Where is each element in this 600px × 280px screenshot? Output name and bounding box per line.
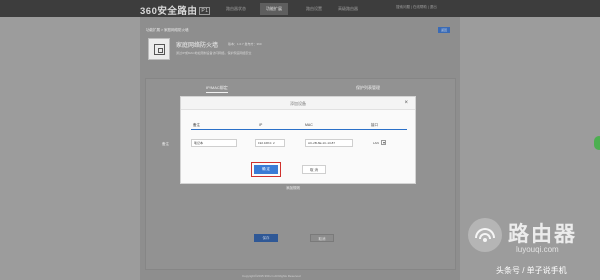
interface-select[interactable]: LAN bbox=[373, 140, 386, 145]
tab-extensions[interactable]: 功能扩展 bbox=[260, 3, 288, 15]
logo-badge: P1 bbox=[199, 7, 211, 15]
dialog-header: 添加设备 × bbox=[181, 97, 415, 110]
close-icon[interactable]: × bbox=[404, 100, 408, 106]
chevron-down-icon bbox=[380, 140, 386, 145]
header-divider bbox=[191, 129, 407, 130]
column-header-interface: 接口 bbox=[371, 123, 378, 127]
tab-advanced[interactable]: 高级路由器 bbox=[338, 4, 358, 13]
mac-address-field[interactable]: AC-2B-6E-1C-13-87 bbox=[305, 139, 353, 147]
device-name-field[interactable]: 笔记本 bbox=[191, 139, 237, 147]
tab-router-settings[interactable]: 路由设置 bbox=[306, 4, 322, 13]
breadcrumb: 功能扩展 > 家庭网络防火墙 bbox=[146, 28, 189, 32]
column-header-note: 备注 bbox=[193, 123, 200, 127]
dialog-title: 添加设备 bbox=[290, 101, 306, 106]
router-logo: 360安全路由 P1 bbox=[140, 3, 211, 17]
interface-value: LAN bbox=[373, 141, 379, 145]
watermark-name: 路由器 bbox=[508, 223, 577, 246]
column-header-ip: IP bbox=[259, 123, 263, 127]
tab-router-status[interactable]: 路由器状态 bbox=[226, 4, 246, 13]
background-note-label: 备注 bbox=[162, 142, 169, 146]
firewall-app-icon bbox=[148, 38, 170, 60]
tab-protect-list[interactable]: 保护列表管理 bbox=[356, 85, 380, 91]
back-button[interactable]: 返回 bbox=[438, 27, 450, 33]
save-button[interactable]: 保存 bbox=[254, 234, 278, 242]
watermark-url: luyouqi.com bbox=[516, 245, 559, 254]
logo-text: 360安全路由 bbox=[140, 6, 198, 17]
add-device-dialog: 添加设备 × 备注 IP MAC 接口 笔记本 192.168.0. 2 AC-… bbox=[180, 96, 416, 184]
watermark-tag: 头条号 / 单子说手机 bbox=[496, 266, 567, 275]
app-meta: 版本：1.0.7 发布方：360 bbox=[228, 42, 262, 46]
confirm-button[interactable]: 确 定 bbox=[251, 162, 281, 177]
column-header-mac: MAC bbox=[305, 123, 313, 127]
top-nav-bar: 360安全路由 P1 路由器状态 功能扩展 路由设置 高级路由器 搜索问题 | 在… bbox=[0, 0, 600, 17]
cancel-button[interactable]: 取消 bbox=[310, 234, 334, 242]
wifi-icon bbox=[468, 218, 502, 252]
side-float-button[interactable] bbox=[594, 136, 600, 150]
top-right-links[interactable]: 搜索问题 | 在线帮助 | 退出 bbox=[396, 5, 437, 10]
ip-address-field[interactable]: 192.168.0. 2 bbox=[255, 139, 285, 147]
add-rule-link[interactable]: 添加规则 bbox=[286, 186, 300, 191]
tab-ip-mac-binding[interactable]: IP/MAC绑定 bbox=[206, 85, 228, 93]
footer-copyright: Copyright©2015 360.cn All Rights Reserve… bbox=[242, 274, 301, 278]
dialog-cancel-button[interactable]: 取 消 bbox=[302, 165, 326, 174]
app-title: 家庭网络防火墙 bbox=[176, 43, 219, 49]
app-description: 通过IP或MAC地址限制设备访问网络，保护家庭网络安全 bbox=[176, 51, 252, 55]
